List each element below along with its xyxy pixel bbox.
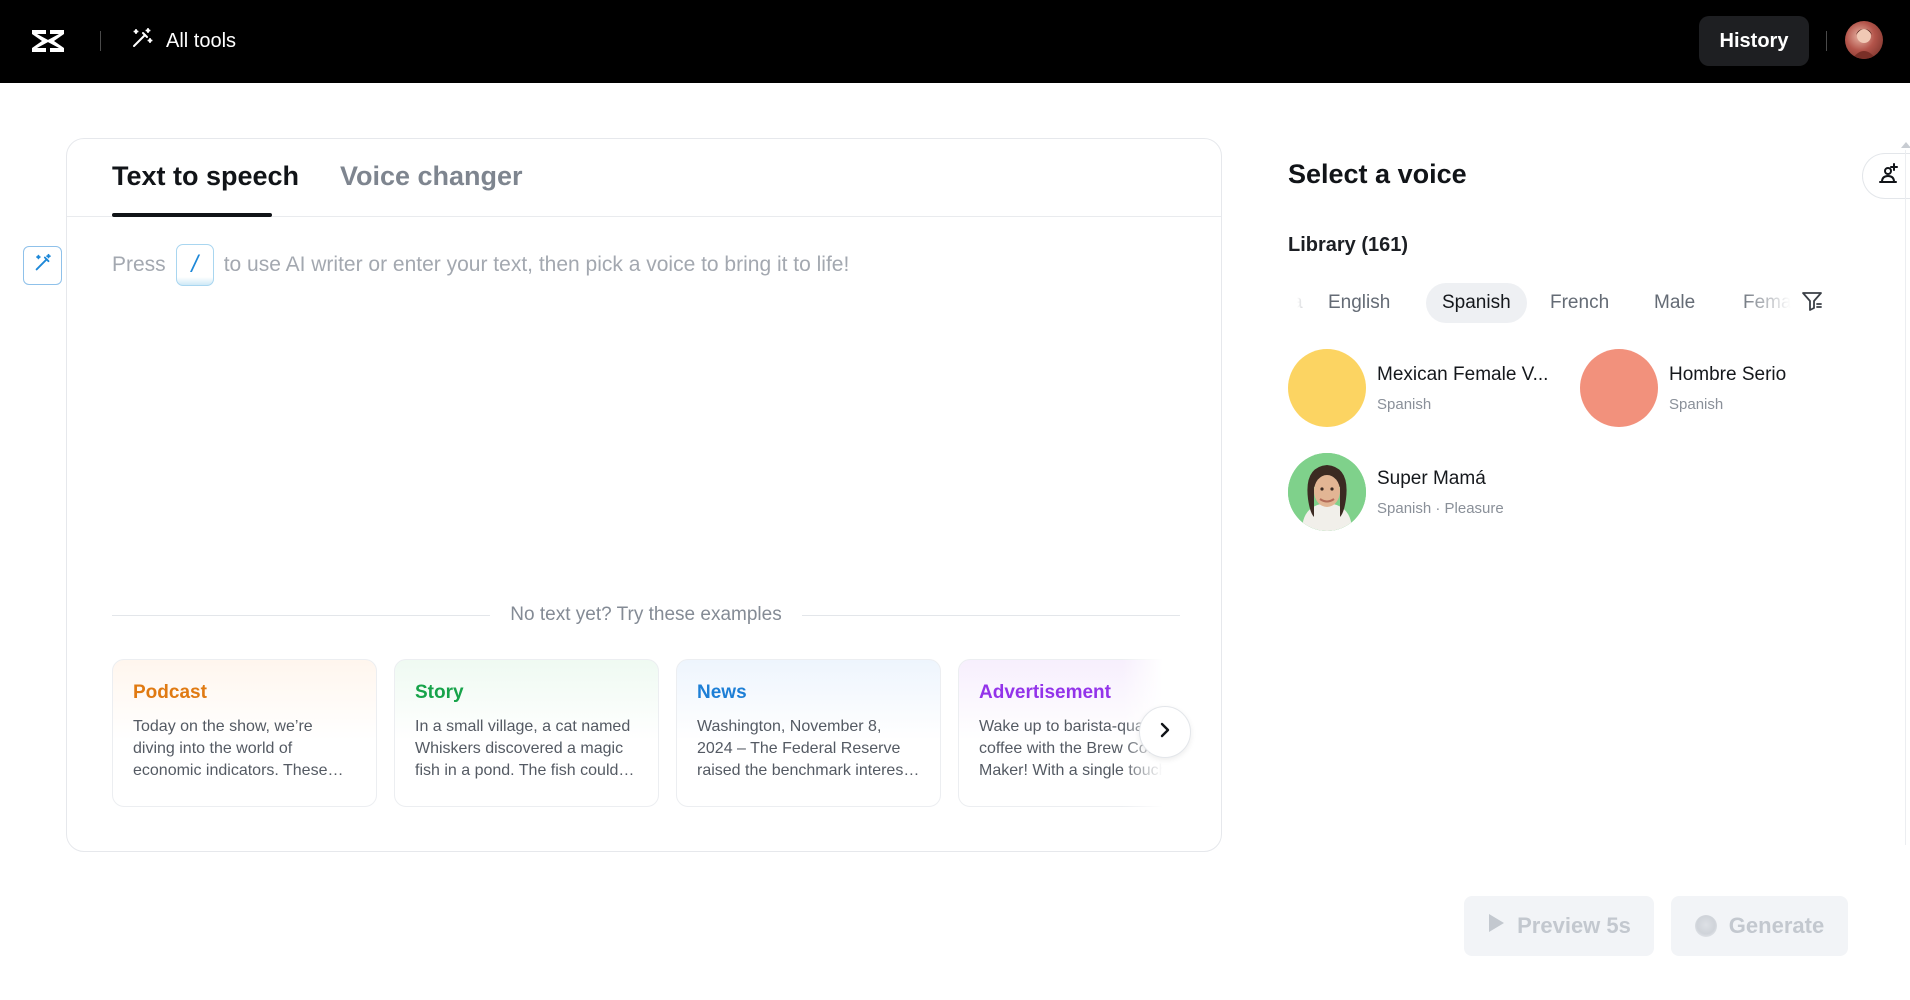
text-input-placeholder[interactable]: Press / to use AI writer or enter your t… bbox=[112, 244, 850, 286]
voice-avatar bbox=[1580, 349, 1658, 427]
voice-avatar bbox=[1288, 453, 1366, 531]
play-icon bbox=[1487, 913, 1505, 939]
magic-wand-icon bbox=[130, 26, 154, 56]
upload-voice-button[interactable] bbox=[1862, 153, 1910, 199]
all-tools-button[interactable]: All tools bbox=[130, 26, 236, 56]
ai-writer-button[interactable] bbox=[23, 246, 62, 285]
example-text: Washington, November 8, 2024 – The Feder… bbox=[697, 718, 908, 779]
prompt-press-text: Press bbox=[112, 253, 166, 276]
voice-meta: Spanish bbox=[1669, 395, 1724, 413]
preview-button[interactable]: Preview 5s bbox=[1464, 896, 1654, 956]
examples-divider: No text yet? Try these examples bbox=[112, 601, 1180, 629]
voice-name: Mexican Female V... bbox=[1377, 363, 1549, 385]
scroll-up-arrow[interactable] bbox=[1901, 142, 1910, 148]
history-button[interactable]: History bbox=[1699, 16, 1809, 66]
examples-divider-label: No text yet? Try these examples bbox=[510, 604, 782, 625]
user-avatar[interactable] bbox=[1845, 21, 1883, 59]
chevron-right-icon bbox=[1157, 722, 1173, 743]
example-title: Podcast bbox=[133, 682, 207, 703]
prompt-instruction-text: to use AI writer or enter your text, the… bbox=[223, 253, 850, 276]
voice-meta: Spanish · Pleasure bbox=[1377, 499, 1504, 517]
slash-key-icon: / bbox=[175, 244, 214, 286]
select-voice-title: Select a voice bbox=[1288, 159, 1467, 189]
voice-item-super-mama[interactable]: Super Mamá Spanish · Pleasure bbox=[1288, 453, 1504, 531]
examples-carousel: Podcast Today on the show, we’re diving … bbox=[112, 659, 1180, 809]
topbar-divider-right bbox=[1826, 31, 1827, 51]
all-tools-label: All tools bbox=[166, 29, 237, 52]
filter-button[interactable] bbox=[1798, 289, 1826, 317]
example-text: In a small village, a cat named Whiskers… bbox=[415, 718, 631, 779]
text-editor-card: Text to speech Voice changer Press / to … bbox=[66, 138, 1222, 852]
example-title: Story bbox=[415, 682, 464, 703]
example-card-podcast[interactable]: Podcast Today on the show, we’re diving … bbox=[112, 659, 377, 807]
example-text: Today on the show, we’re diving into the… bbox=[133, 718, 328, 779]
preview-label: Preview 5s bbox=[1517, 913, 1631, 938]
generate-spinner-icon bbox=[1694, 915, 1717, 937]
tab-text-to-speech[interactable]: Text to speech bbox=[112, 161, 299, 192]
upload-icon bbox=[1876, 162, 1900, 191]
examples-next-button[interactable] bbox=[1139, 706, 1191, 758]
filter-chip-male[interactable]: Male bbox=[1638, 283, 1711, 323]
scrollbar-track[interactable] bbox=[1905, 150, 1906, 845]
library-count: Library (161) bbox=[1288, 234, 1409, 256]
voice-item-hombre-serio[interactable]: Hombre Serio Spanish bbox=[1580, 349, 1786, 427]
capcut-logo-icon[interactable] bbox=[28, 24, 68, 58]
tab-voice-changer[interactable]: Voice changer bbox=[340, 161, 523, 192]
filter-chip-spanish[interactable]: Spanish bbox=[1426, 283, 1527, 323]
top-bar: All tools History bbox=[0, 0, 1910, 83]
topbar-divider bbox=[100, 31, 101, 51]
filter-chip-english[interactable]: English bbox=[1312, 283, 1406, 323]
example-card-story[interactable]: Story In a small village, a cat named Wh… bbox=[394, 659, 659, 807]
voice-meta: Spanish bbox=[1377, 395, 1432, 413]
example-card-news[interactable]: News Washington, November 8, 2024 – The … bbox=[676, 659, 941, 807]
voice-avatar bbox=[1288, 349, 1366, 427]
filter-icon bbox=[1800, 289, 1824, 318]
mode-tabs: Text to speech Voice changer bbox=[67, 139, 1221, 217]
voice-item-mexican-female[interactable]: Mexican Female V... Spanish bbox=[1288, 349, 1548, 427]
magic-pen-icon bbox=[32, 252, 54, 279]
filter-chip-french[interactable]: French bbox=[1534, 283, 1625, 323]
voice-name: Hombre Serio bbox=[1669, 363, 1787, 385]
generate-button[interactable]: Generate bbox=[1671, 896, 1848, 956]
chips-fade-left bbox=[1288, 283, 1318, 323]
active-tab-indicator bbox=[112, 213, 272, 217]
example-title: News bbox=[697, 682, 747, 703]
voice-name: Super Mamá bbox=[1377, 467, 1486, 489]
generate-label: Generate bbox=[1728, 913, 1825, 938]
